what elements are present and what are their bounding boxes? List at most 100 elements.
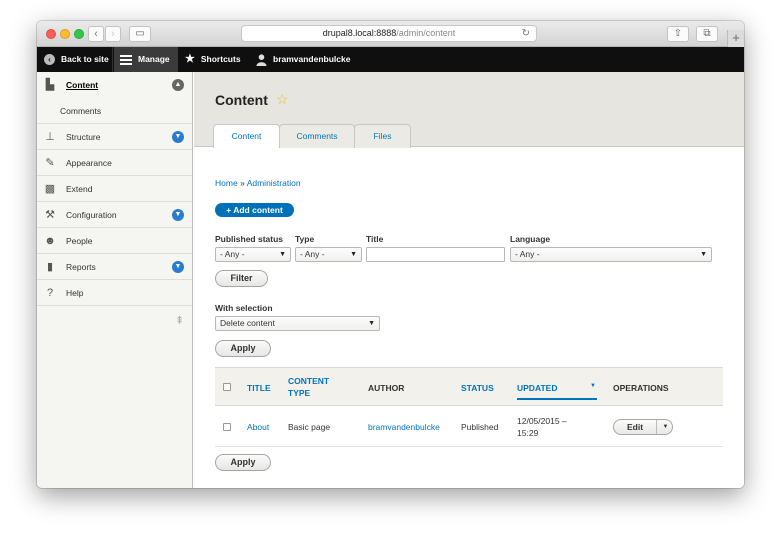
- tab-content[interactable]: Content: [213, 124, 280, 148]
- column-operations: OPERATIONS: [613, 383, 669, 393]
- sidebar-item-people[interactable]: ☻ People: [37, 228, 192, 254]
- column-content-type-line2: TYPE: [288, 388, 311, 398]
- chevron-down-icon[interactable]: ▼: [172, 261, 184, 273]
- dropbutton-toggle-icon[interactable]: ▼: [659, 420, 672, 434]
- sidebar-item-extend[interactable]: ▩ Extend: [37, 176, 192, 202]
- reload-icon[interactable]: ↻: [522, 26, 530, 41]
- user-tray-toggle[interactable]: bramvandenbulcke: [256, 47, 350, 72]
- sidebar-toggle-icon[interactable]: ▭: [129, 26, 151, 42]
- shortcuts-label: Shortcuts: [200, 54, 241, 64]
- back-to-site-label: Back to site: [61, 54, 109, 64]
- back-to-site-link[interactable]: ‹ Back to site: [37, 47, 113, 72]
- sort-descending-icon: ▼: [590, 383, 596, 389]
- sidebar-item-configuration[interactable]: ⚒ Configuration ▼: [37, 202, 192, 228]
- main-content: Content ☆ Content Comments Files Home » …: [194, 72, 744, 488]
- puzzle-icon: ▩: [44, 183, 56, 195]
- column-author: AUTHOR: [368, 383, 405, 393]
- chevron-down-icon[interactable]: ▼: [172, 131, 184, 143]
- add-content-button[interactable]: + Add content: [215, 203, 294, 217]
- admin-sidebar: ▙ Content ▲ Comments ⊥ Structure ▼ ✎ App…: [37, 72, 193, 488]
- sidebar-item-label: Appearance: [66, 158, 112, 168]
- sidebar-item-help[interactable]: ? Help: [37, 280, 192, 306]
- apply-button-bottom[interactable]: Apply: [215, 454, 271, 471]
- type-select[interactable]: - Any - ▼: [295, 247, 362, 262]
- tab-files[interactable]: Files: [354, 124, 411, 148]
- bulk-action-select[interactable]: Delete content ▼: [215, 316, 380, 331]
- sidebar-item-label: Help: [66, 288, 84, 298]
- back-nav-icon[interactable]: ‹: [88, 26, 104, 42]
- user-icon: [256, 53, 267, 66]
- dropdown-caret-icon: ▼: [368, 320, 375, 327]
- page-header: Content ☆ Content Comments Files: [194, 72, 744, 148]
- select-all-checkbox[interactable]: [223, 383, 231, 391]
- table-header: TITLE CONTENT TYPE AUTHOR STATUS UPDATED …: [215, 367, 723, 406]
- breadcrumb-home-link[interactable]: Home: [215, 178, 238, 188]
- zoom-window-button[interactable]: [74, 29, 84, 39]
- pin-tray-icon[interactable]: ⇞: [175, 314, 184, 327]
- url-path: /admin/content: [396, 28, 456, 38]
- type-label: Type: [295, 234, 315, 244]
- chevron-down-icon[interactable]: ▼: [172, 209, 184, 221]
- dropdown-caret-icon: ▼: [350, 251, 357, 258]
- tab-comments[interactable]: Comments: [279, 124, 355, 148]
- sidebar-item-structure[interactable]: ⊥ Structure ▼: [37, 124, 192, 150]
- type-value: - Any -: [300, 249, 325, 259]
- sidebar-item-label: Comments: [60, 106, 102, 116]
- sidebar-item-comments[interactable]: Comments: [37, 98, 192, 124]
- sidebar-item-label: Structure: [66, 132, 101, 142]
- shortcut-star-icon[interactable]: ☆: [276, 91, 289, 108]
- column-status[interactable]: STATUS: [461, 382, 494, 394]
- sidebar-item-appearance[interactable]: ✎ Appearance: [37, 150, 192, 176]
- bulk-action-value: Delete content: [220, 318, 275, 328]
- document-icon: ▙: [45, 79, 55, 91]
- title-input[interactable]: [366, 247, 505, 262]
- sidebar-item-label: Extend: [66, 184, 93, 194]
- apply-button-top[interactable]: Apply: [215, 340, 271, 357]
- published-status-value: - Any -: [220, 249, 245, 259]
- row-title-link[interactable]: About: [247, 421, 269, 433]
- share-icon[interactable]: ⇧: [667, 26, 689, 42]
- address-bar[interactable]: drupal8.local:8888/admin/content ↻: [241, 25, 537, 42]
- language-select[interactable]: - Any - ▼: [510, 247, 712, 262]
- breadcrumb-separator: »: [240, 178, 245, 188]
- new-tab-button[interactable]: +: [727, 30, 744, 47]
- sidebar-item-content[interactable]: ▙ Content ▲: [37, 72, 192, 98]
- tabs-overview-icon[interactable]: ⧉: [696, 26, 718, 42]
- column-content-type-line1: CONTENT: [288, 376, 330, 386]
- language-label: Language: [510, 234, 551, 244]
- sidebar-item-label: Reports: [66, 262, 96, 272]
- row-updated: 12/05/2015 – 15:29: [517, 415, 567, 439]
- edit-button[interactable]: Edit: [614, 420, 657, 434]
- filter-button[interactable]: Filter: [215, 270, 268, 287]
- column-updated[interactable]: UPDATED: [517, 382, 557, 394]
- close-window-button[interactable]: [46, 29, 56, 39]
- manage-label: Manage: [138, 54, 170, 64]
- bar-chart-icon: ▮: [46, 261, 54, 273]
- page-title: Content: [215, 92, 268, 108]
- published-status-select[interactable]: - Any - ▼: [215, 247, 291, 262]
- forward-nav-icon[interactable]: ›: [105, 26, 121, 42]
- shortcuts-tray-toggle[interactable]: ★ Shortcuts: [183, 47, 241, 72]
- chevron-up-icon[interactable]: ▲: [172, 79, 184, 91]
- minimize-window-button[interactable]: [60, 29, 70, 39]
- arrow-left-icon: ‹: [44, 54, 55, 65]
- sidebar-divider: [37, 305, 192, 306]
- breadcrumb: Home » Administration: [215, 178, 301, 188]
- operations-dropbutton: Edit ▼: [613, 419, 673, 435]
- sitemap-icon: ⊥: [45, 131, 55, 143]
- manage-tray-toggle[interactable]: Manage: [114, 47, 178, 72]
- sidebar-item-reports[interactable]: ▮ Reports ▼: [37, 254, 192, 280]
- column-content-type[interactable]: CONTENT TYPE: [288, 375, 329, 399]
- menu-icon: [120, 54, 132, 65]
- row-select-checkbox[interactable]: [223, 423, 231, 431]
- sidebar-item-label: Configuration: [66, 210, 117, 220]
- column-title[interactable]: TITLE: [247, 382, 271, 394]
- help-icon: ?: [46, 287, 54, 299]
- breadcrumb-administration-link[interactable]: Administration: [247, 178, 301, 188]
- row-author-link[interactable]: bramvandenbulcke: [368, 421, 440, 433]
- published-status-label: Published status: [215, 234, 284, 244]
- sidebar-item-label: Content: [66, 80, 99, 90]
- dropdown-caret-icon: ▼: [700, 251, 707, 258]
- star-icon: ★: [185, 53, 195, 65]
- title-label: Title: [366, 234, 384, 244]
